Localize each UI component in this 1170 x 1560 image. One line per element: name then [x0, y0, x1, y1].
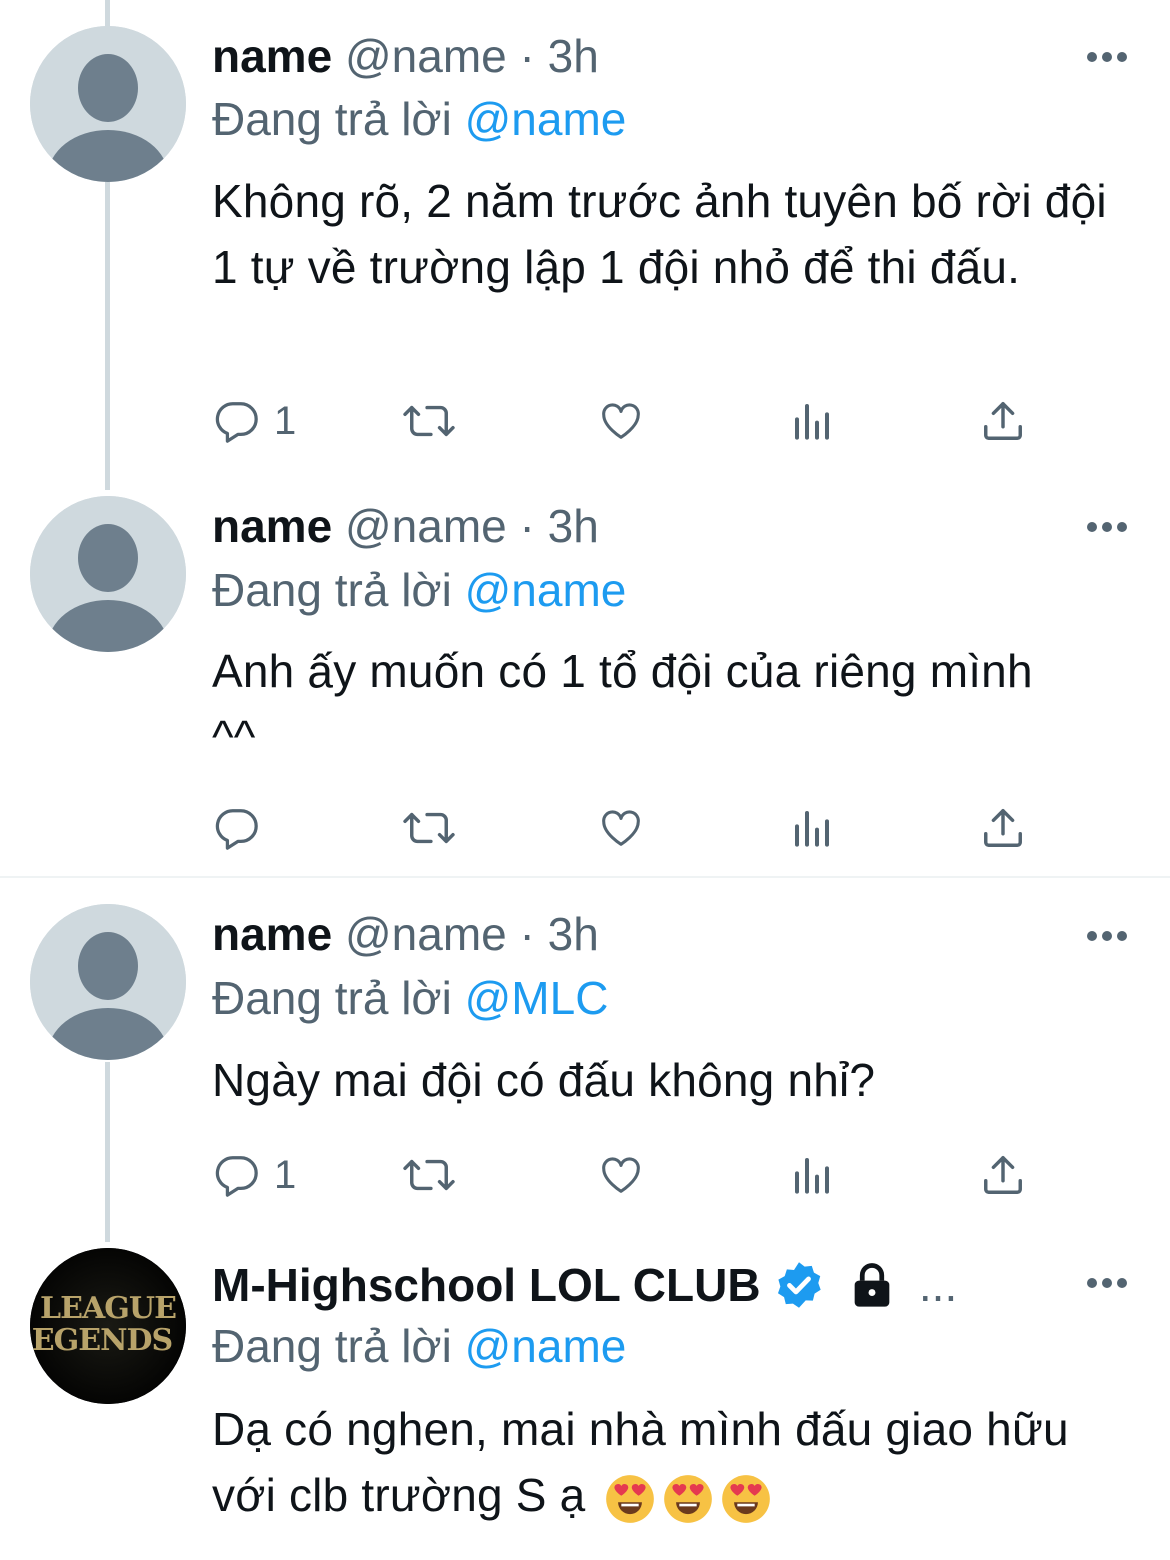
replying-to: Đang trả lời @name [212, 562, 626, 618]
like-icon [602, 1157, 640, 1193]
replying-to: Đang trả lời @name [212, 1318, 626, 1374]
retweet-icon [403, 1159, 455, 1191]
avatar[interactable]: LEAGUE EGENDS [30, 1248, 186, 1404]
replying-to-label: Đang trả lời [212, 972, 452, 1024]
reply-button[interactable]: 1 [214, 1147, 296, 1203]
mention-link[interactable]: @name [465, 1320, 627, 1372]
display-name[interactable]: name [212, 30, 332, 82]
heart-eyes-emoji [722, 1475, 771, 1523]
retweet-icon [403, 812, 455, 844]
verified-badge-icon [778, 1262, 821, 1308]
separator: · [519, 500, 535, 552]
more-options-icon[interactable] [1086, 1276, 1128, 1290]
timestamp[interactable]: 3h [548, 500, 599, 552]
tweet-divider [0, 876, 1170, 878]
thread-line [105, 1062, 110, 1242]
avatar[interactable] [30, 904, 186, 1060]
more-options-icon[interactable] [1086, 50, 1128, 64]
retweet-button[interactable] [400, 1147, 458, 1203]
default-avatar-icon [30, 496, 186, 652]
replying-to-label: Đang trả lời [212, 564, 452, 616]
default-avatar-icon [30, 904, 186, 1060]
mention-link[interactable]: @name [465, 564, 627, 616]
like-button[interactable] [597, 393, 645, 449]
heart-eyes-emoji [664, 1475, 713, 1523]
tweet-text: Không rõ, 2 năm trước ảnh tuyên bố rời đ… [212, 175, 1107, 293]
user-handle[interactable]: @name [345, 908, 507, 960]
share-button[interactable] [980, 1147, 1026, 1203]
views-button[interactable] [792, 393, 832, 449]
tweet-header: name @name · 3h [212, 906, 599, 962]
like-icon [602, 810, 640, 846]
reply-icon [215, 809, 258, 850]
reply-icon [215, 1156, 258, 1197]
reply-button[interactable] [214, 800, 274, 856]
mention-link[interactable]: @MLC [465, 972, 609, 1024]
more-options-icon[interactable] [1086, 520, 1128, 534]
lock-icon [854, 1263, 890, 1307]
tweet-actions: 1 [212, 393, 1112, 449]
like-button[interactable] [597, 800, 645, 856]
views-button[interactable] [792, 1147, 832, 1203]
tweet-header: name @name · 3h [212, 498, 599, 554]
avatar[interactable] [30, 496, 186, 652]
separator: · [519, 908, 535, 960]
timestamp[interactable]: 3h [548, 908, 599, 960]
tweet-header: name @name · 3h [212, 28, 599, 84]
share-icon [984, 402, 1022, 440]
reply-count: 1 [274, 1153, 297, 1197]
display-name[interactable]: name [212, 908, 332, 960]
tweet-text: Anh ấy muốn có 1 tổ đội của riêng mình ^… [212, 645, 1033, 763]
share-button[interactable] [980, 393, 1026, 449]
share-icon [984, 1156, 1022, 1194]
share-icon [984, 809, 1022, 847]
views-button[interactable] [792, 800, 832, 856]
more-options-icon[interactable] [1086, 929, 1128, 943]
default-avatar-icon [30, 26, 186, 182]
logo-text-top: LEAGUE [40, 1291, 176, 1326]
replying-to-label: Đang trả lời [212, 93, 452, 145]
truncated-ellipsis: ... [918, 1259, 958, 1311]
views-icon [795, 1158, 829, 1194]
tweet-text-container: Dạ có nghen, mai nhà mình đấu giao hữu v… [212, 1396, 1142, 1532]
retweet-icon [403, 405, 455, 437]
user-handle[interactable]: @name [345, 500, 507, 552]
display-name[interactable]: name [212, 500, 332, 552]
like-button[interactable] [597, 1147, 645, 1203]
replying-to: Đang trả lời @name [212, 91, 626, 147]
avatar[interactable] [30, 26, 186, 182]
separator: · [519, 30, 535, 82]
tweet-actions [212, 800, 1112, 856]
timestamp[interactable]: 3h [548, 30, 599, 82]
like-icon [602, 403, 640, 439]
tweet-header: M-Highschool LOL CLUB ... [212, 1257, 957, 1313]
league-of-legends-logo: LEAGUE EGENDS [30, 1248, 186, 1404]
retweet-button[interactable] [400, 393, 458, 449]
views-icon [795, 404, 829, 440]
reply-icon [215, 402, 258, 443]
reply-button[interactable]: 1 [214, 393, 296, 449]
reply-count: 1 [274, 399, 297, 443]
logo-text-bottom: EGENDS [32, 1323, 172, 1358]
share-button[interactable] [980, 800, 1026, 856]
emoji-row [598, 1466, 772, 1532]
user-handle[interactable]: @name [345, 30, 507, 82]
mention-link[interactable]: @name [465, 93, 627, 145]
tweet-text: Ngày mai đội có đấu không nhỉ? [212, 1054, 876, 1106]
replying-to: Đang trả lời @MLC [212, 970, 608, 1026]
heart-eyes-emoji [606, 1475, 655, 1523]
display-name[interactable]: M-Highschool LOL CLUB [212, 1259, 761, 1311]
retweet-button[interactable] [400, 800, 458, 856]
tweet-actions: 1 [212, 1147, 1112, 1203]
views-icon [795, 811, 829, 847]
replying-to-label: Đang trả lời [212, 1320, 452, 1372]
